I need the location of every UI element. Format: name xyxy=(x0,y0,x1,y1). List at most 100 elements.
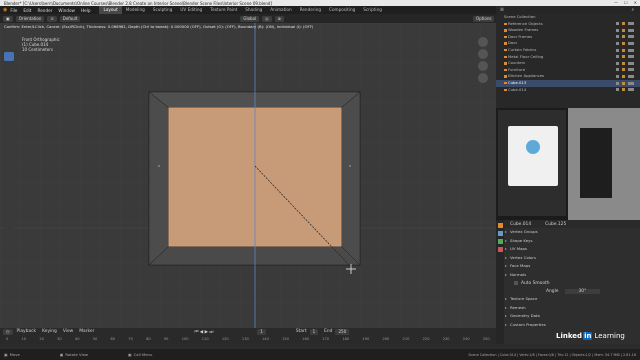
shear-tool-icon[interactable] xyxy=(4,212,14,221)
outliner-item[interactable]: Curtain Fabrics xyxy=(496,47,640,54)
outliner-item-selected[interactable]: Cube.013 xyxy=(496,79,640,87)
transform-orientation[interactable]: Orientation xyxy=(15,15,45,22)
tab-scripting[interactable]: Scripting xyxy=(359,6,386,14)
outliner-item[interactable]: Wooden Frames xyxy=(496,27,640,34)
tab-layout[interactable]: Layout xyxy=(99,6,122,14)
3d-viewport[interactable]: Confirm: Enter/LClick, Cancel: (Esc/RCli… xyxy=(0,23,496,328)
menu-help[interactable]: Help xyxy=(78,8,94,13)
current-frame-field[interactable]: 1 xyxy=(257,328,266,335)
poly-build-tool-icon[interactable] xyxy=(4,162,14,171)
outliner-item[interactable]: Furniture xyxy=(496,67,640,74)
outliner-item[interactable]: Reference Objects xyxy=(496,21,640,28)
outliner-item[interactable]: Kitchen Appliances xyxy=(496,73,640,80)
minimize-icon[interactable]: — xyxy=(614,0,618,5)
viewport-canvas[interactable] xyxy=(0,23,496,328)
mesh-name[interactable]: Cube.125 xyxy=(545,222,566,227)
outliner-scene-collection[interactable]: Scene Collection xyxy=(496,14,640,21)
section-custom-properties[interactable]: Custom Properties xyxy=(496,321,640,330)
menu-window[interactable]: Window xyxy=(55,8,78,13)
perspective-toggle-icon[interactable] xyxy=(478,73,488,83)
tab-animation[interactable]: Animation xyxy=(266,6,295,14)
tab-modeling[interactable]: Modeling xyxy=(122,6,149,14)
status-rotate-view: Rotate View xyxy=(65,352,89,357)
orientation-global[interactable]: Global xyxy=(240,15,260,22)
tab-compositing[interactable]: Compositing xyxy=(325,6,359,14)
section-texture-space[interactable]: Texture Space xyxy=(496,295,640,304)
options-dropdown[interactable]: Options xyxy=(473,15,495,22)
menu-view[interactable]: View xyxy=(63,329,73,334)
outliner-item[interactable]: Door Frames xyxy=(496,34,640,41)
mouse-right-icon: ▣ xyxy=(128,352,132,357)
angle-label: Angle xyxy=(546,288,559,294)
inset-tool-icon[interactable] xyxy=(4,122,14,131)
tab-texture-paint[interactable]: Texture Paint xyxy=(206,6,241,14)
rip-tool-icon[interactable] xyxy=(4,222,14,231)
outliner-search-icon[interactable]: ⌕ xyxy=(632,7,634,13)
section-shape-keys[interactable]: Shape Keys xyxy=(496,237,640,246)
end-frame-field[interactable]: 250 xyxy=(335,328,350,335)
extrude-tool-icon[interactable] xyxy=(4,112,14,121)
playback-controls[interactable]: ⏮ ◀ ▶ ⏭ xyxy=(194,329,213,335)
auto-smooth-checkbox[interactable] xyxy=(514,281,518,285)
close-icon[interactable]: ✕ xyxy=(634,0,637,5)
section-normals[interactable]: Normals xyxy=(496,271,640,280)
menu-marker[interactable]: Marker xyxy=(79,329,94,334)
camera-view-icon[interactable] xyxy=(478,61,488,71)
select-box-icon[interactable] xyxy=(4,32,14,41)
zoom-icon[interactable] xyxy=(478,37,488,47)
navigation-gizmo[interactable] xyxy=(475,35,491,95)
vertex-dot-left xyxy=(158,165,160,167)
rotate-tool-icon[interactable] xyxy=(4,62,14,71)
section-vertex-groups[interactable]: Vertex Groups xyxy=(496,228,640,237)
section-uv-maps[interactable]: UV Maps xyxy=(496,245,640,254)
section-remesh[interactable]: Remesh xyxy=(496,304,640,313)
window-title: Blender* [C:\Users\bern\Documents\Online… xyxy=(4,0,272,6)
annotate-tool-icon[interactable] xyxy=(4,92,14,101)
outliner-item[interactable]: Metal Floor Ceiling xyxy=(496,54,640,61)
cursor-tool-icon[interactable] xyxy=(4,42,14,51)
start-frame-field[interactable]: 1 xyxy=(309,328,319,335)
section-vertex-colors[interactable]: Vertex Colors xyxy=(496,254,640,263)
webcam-overlay xyxy=(496,108,640,220)
object-name[interactable]: Cube.014 xyxy=(510,222,531,227)
editor-type-selector[interactable]: ▣ xyxy=(3,15,13,22)
tab-shading[interactable]: Shading xyxy=(241,6,266,14)
menu-render[interactable]: Render xyxy=(35,8,56,13)
knife-tool-icon[interactable] xyxy=(4,152,14,161)
move-tool-icon[interactable] xyxy=(4,52,14,61)
outliner-editor-icon[interactable]: ☰ xyxy=(500,8,504,13)
status-move: Move xyxy=(9,352,20,357)
snap-target[interactable]: ⊙ xyxy=(47,15,57,22)
spin-tool-icon[interactable] xyxy=(4,172,14,181)
menu-file[interactable]: File xyxy=(7,8,20,13)
outliner-item[interactable]: Counters xyxy=(496,60,640,67)
loop-cut-tool-icon[interactable] xyxy=(4,142,14,151)
maximize-icon[interactable]: ☐ xyxy=(624,0,628,5)
angle-field[interactable]: 30° xyxy=(564,288,601,294)
measure-tool-icon[interactable] xyxy=(4,102,14,111)
proportional-edit-icon[interactable]: ◎ xyxy=(262,15,272,22)
transform-pivot[interactable]: Default xyxy=(59,15,81,22)
edge-slide-tool-icon[interactable] xyxy=(4,192,14,201)
pan-hand-icon[interactable] xyxy=(478,49,488,59)
outliner-item[interactable]: Cube.014 xyxy=(496,87,640,94)
snap-icon[interactable]: ⊗ xyxy=(274,15,284,22)
shrink-fatten-tool-icon[interactable] xyxy=(4,202,14,211)
menu-keying[interactable]: Keying xyxy=(42,329,57,334)
smooth-tool-icon[interactable] xyxy=(4,182,14,191)
tab-rendering[interactable]: Rendering xyxy=(296,6,325,14)
section-face-maps[interactable]: Face Maps xyxy=(496,262,640,271)
bevel-tool-icon[interactable] xyxy=(4,132,14,141)
transform-tool-icon[interactable] xyxy=(4,82,14,91)
menu-playback[interactable]: Playback xyxy=(17,329,37,334)
scale-tool-icon[interactable] xyxy=(4,72,14,81)
menu-edit[interactable]: Edit xyxy=(20,8,34,13)
tab-uv-editing[interactable]: UV Editing xyxy=(176,6,206,14)
tab-sculpting[interactable]: Sculpting xyxy=(149,6,177,14)
timeline-ruler[interactable]: 0 10 20 30 40 50 60 70 80 90 100 110 120 130 140 150 160… xyxy=(0,335,496,342)
frame-bevel-top xyxy=(148,91,361,109)
section-geometry-data[interactable]: Geometry Data xyxy=(496,312,640,321)
outliner-panel: ☰ ⌕ Scene Collection Reference Objects W… xyxy=(496,6,640,108)
outliner-item[interactable]: Door xyxy=(496,40,640,47)
timeline-editor-icon[interactable]: ◷ xyxy=(3,328,13,335)
